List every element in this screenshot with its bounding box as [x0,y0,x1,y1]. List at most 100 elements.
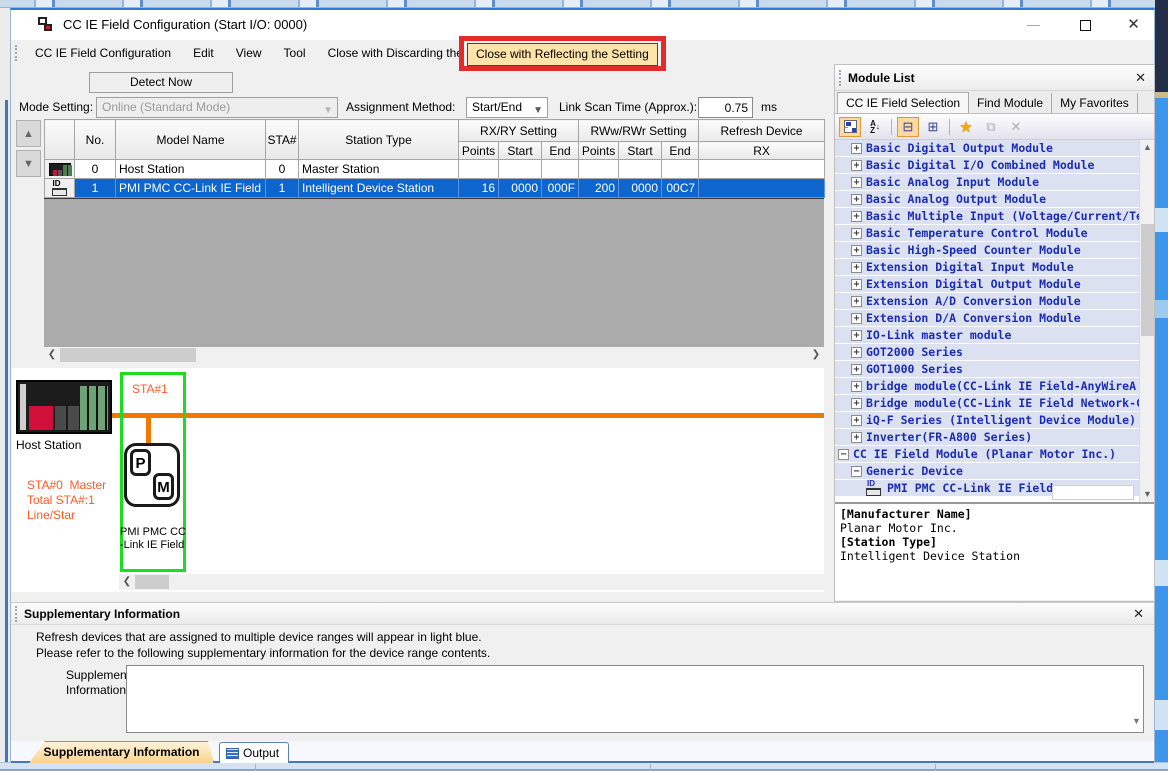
supplementary-note-1: Refresh devices that are assigned to mul… [36,630,482,644]
background-left-sliver [0,8,10,762]
tree-item[interactable]: +Extension Digital Input Module [835,259,1154,276]
menu-tool[interactable]: Tool [273,42,317,64]
supplementary-note-2: Please refer to the following supplement… [36,646,490,660]
network-diagram: Host Station STA#1 P M PMI PMC CC -Link … [12,368,824,592]
tree-item[interactable]: +Basic Temperature Control Module [835,225,1154,242]
tree-item[interactable]: +iQ-F Series (Intelligent Device Module) [835,412,1154,429]
bottom-tab-bar: Supplementary Information Output [11,741,1154,763]
group-refresh-device: Refresh Device [699,120,825,142]
module-list-tabs: CC IE Field Selection Find Module My Fav… [835,91,1154,114]
move-row-down-button[interactable]: ▼ [16,150,41,177]
scroll-up-icon[interactable]: ▲ [1140,140,1154,155]
cell-type: Intelligent Device Station [299,179,459,198]
expand-all-button[interactable]: ⊞ [922,117,944,137]
move-row-up-button[interactable]: ▲ [16,120,41,147]
tree-item-generic-device[interactable]: −Generic Device [835,463,1154,480]
close-button[interactable]: ✕ [1111,10,1156,40]
cell-rww-start [619,160,662,179]
cell-rxry-points [459,160,499,179]
tree-item[interactable]: +bridge module(CC-Link IE Field-AnyWireA [835,378,1154,395]
group-view-button[interactable] [839,117,861,137]
scrollbar-thumb[interactable] [1141,224,1154,336]
col-sta: STA# [266,120,299,160]
supplementary-panel-header[interactable]: Supplementary Information ✕ [11,602,1154,625]
assignment-method-value: Start/End [472,100,522,114]
tree-item[interactable]: +Extension D/A Conversion Module [835,310,1154,327]
maximize-button[interactable] [1063,10,1108,40]
letter-p-icon: P [130,449,151,476]
host-station-rack-image[interactable] [16,380,112,434]
sta1-label: STA#1 [132,382,168,396]
delete-favorite-button[interactable]: ✕ [1005,117,1027,137]
tree-item-cc-ie-field-module[interactable]: −CC IE Field Module (Planar Motor Inc.) [835,446,1154,463]
cc-ie-field-configuration-window: CC IE Field Configuration (Start I/O: 00… [10,8,1155,762]
tab-find-module[interactable]: Find Module [969,93,1052,113]
tree-item[interactable]: +IO-Link master module [835,327,1154,344]
col-rww-start: Start [619,142,662,160]
collapse-all-button[interactable]: ⊟ [897,117,919,137]
toolbar-grip [15,45,19,61]
cell-rxry-end [542,160,579,179]
scroll-left-icon[interactable]: ❮ [119,574,135,590]
link-scan-time-input[interactable] [698,97,753,118]
cell-no: 0 [75,160,116,179]
scroll-down-icon[interactable]: ▼ [1140,487,1154,502]
minimize-button[interactable]: — [1011,10,1056,40]
assignment-method-label: Assignment Method: [346,100,455,114]
scrollbar-thumb[interactable] [60,348,196,362]
tree-item[interactable]: +Extension A/D Conversion Module [835,293,1154,310]
inline-edit-box[interactable] [1052,485,1134,500]
tab-cc-ie-field-selection[interactable]: CC IE Field Selection [837,92,969,113]
tree-item[interactable]: +Bridge module(CC-Link IE Field Network-… [835,395,1154,412]
assignment-method-dropdown[interactable]: Start/End ▼ [466,97,548,118]
tree-item[interactable]: +Basic Analog Output Module [835,191,1154,208]
close-icon[interactable]: ✕ [1133,606,1144,622]
menu-cc-ie-field-configuration[interactable]: CC IE Field Configuration [24,42,182,64]
field-scroll-icon[interactable]: ▼ [1132,716,1141,726]
scroll-right-icon[interactable]: ❯ [808,347,824,363]
supplementary-field[interactable] [126,665,1144,733]
tree-item[interactable]: +Basic Multiple Input (Voltage/Current/T… [835,208,1154,225]
tree-item[interactable]: +Basic Analog Input Module [835,174,1154,191]
tree-item[interactable]: +Basic High-Speed Counter Module [835,242,1154,259]
table-row-pmi-pmc-selected[interactable]: ID 1 PMI PMC CC-Link IE Field 1 Intellig… [45,179,825,198]
detect-now-button[interactable]: Detect Now [89,72,233,93]
table-empty-area [44,199,824,347]
menu-view[interactable]: View [225,42,273,64]
table-row-host-station[interactable]: 0 Host Station 0 Master Station [45,160,825,179]
tab-output[interactable]: Output [219,742,289,763]
menu-close-reflecting[interactable]: Close with Reflecting the Setting [467,43,658,66]
tree-item[interactable]: +Basic Digital Output Module [835,140,1154,157]
mode-setting-value: Online (Standard Mode) [102,100,230,114]
scrollbar-thumb[interactable] [135,575,169,589]
tab-my-favorites[interactable]: My Favorites [1052,93,1138,113]
diagram-horizontal-scrollbar[interactable]: ❮ [119,574,824,590]
station-table: No. Model Name STA# Station Type RX/RY S… [44,119,824,200]
module-list-scrollbar[interactable]: ▲ ▼ [1139,140,1154,502]
tree-item[interactable]: +GOT2000 Series [835,344,1154,361]
tree-item[interactable]: +Basic Digital I/O Combined Module [835,157,1154,174]
link-scan-time-label: Link Scan Time (Approx.): [559,100,697,114]
cell-rww-end [662,160,699,179]
menu-edit[interactable]: Edit [182,42,225,64]
module-list-panel: Module List ✕ CC IE Field Selection Find… [834,64,1155,602]
favorite-star-button[interactable]: ★ [955,117,977,137]
mode-setting-dropdown[interactable]: Online (Standard Mode) ▼ [96,97,338,118]
tab-supplementary-information[interactable]: Supplementary Information [29,741,214,763]
table-horizontal-scrollbar[interactable]: ❮ ❯ [44,347,824,363]
cell-rww-points [579,160,619,179]
cell-rxry-end: 000F [542,179,579,198]
scroll-left-icon[interactable]: ❮ [44,347,60,363]
station-type-value: Intelligent Device Station [840,549,1149,563]
pmi-device-icon[interactable]: P M [124,443,180,507]
add-favorite-button[interactable]: ⧉ [980,117,1002,137]
tree-item[interactable]: +Inverter(FR-A800 Series) [835,429,1154,446]
col-refresh-rx: RX [699,142,825,160]
tree-item[interactable]: +Extension Digital Output Module [835,276,1154,293]
ms-unit-label: ms [761,100,777,114]
close-icon[interactable]: ✕ [1135,70,1146,86]
intelligent-device-icon: ID [45,179,75,198]
sort-az-button[interactable]: AZ↓ [864,117,886,137]
module-list-header[interactable]: Module List ✕ [835,65,1154,91]
tree-item[interactable]: +GOT1000 Series [835,361,1154,378]
